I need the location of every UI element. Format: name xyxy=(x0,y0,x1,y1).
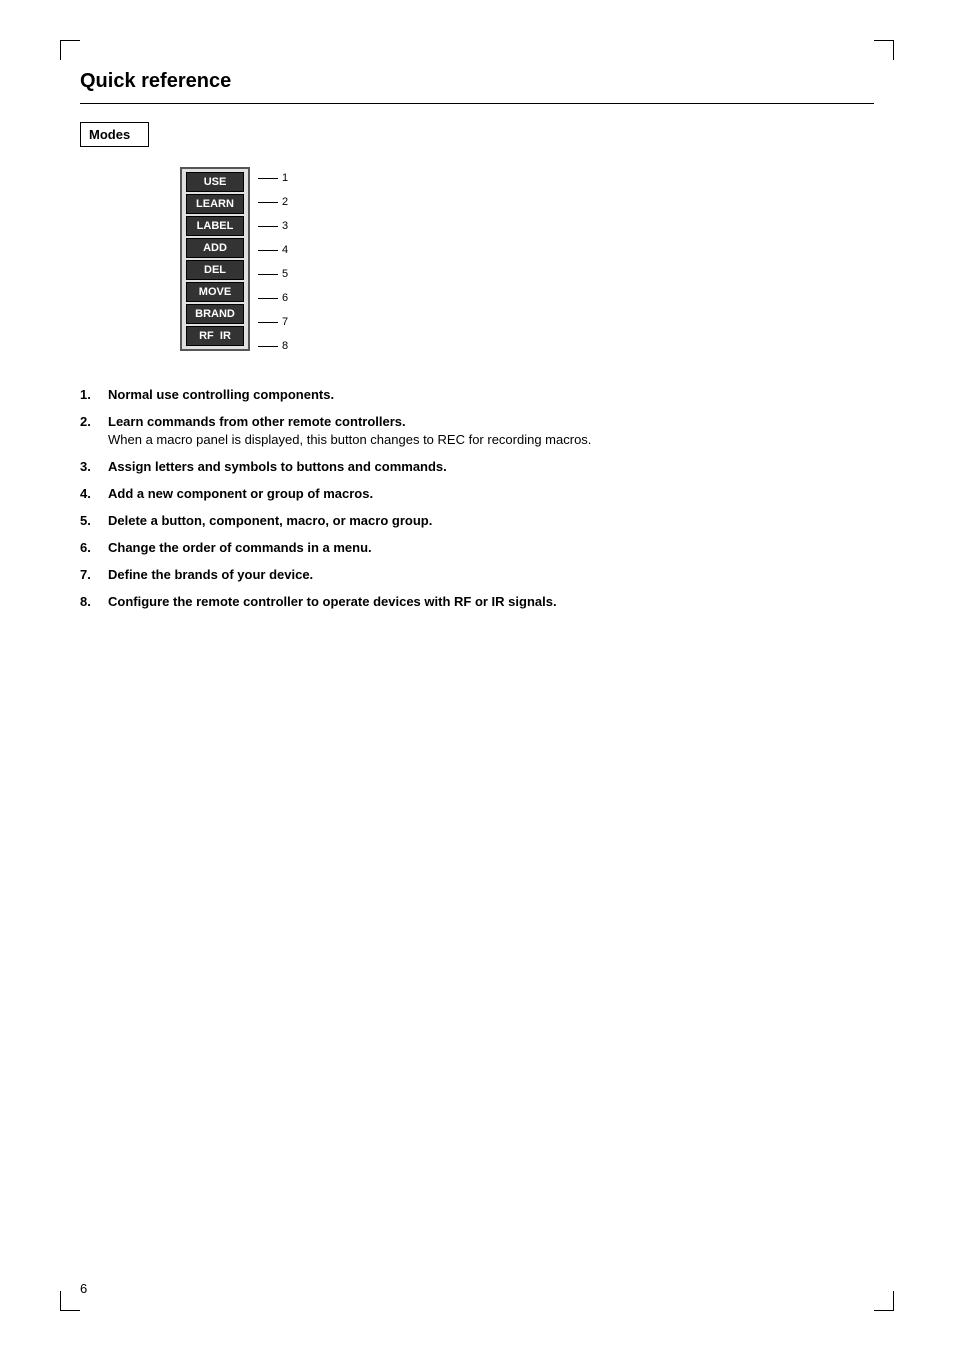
remote-label-num-5: 5 xyxy=(282,268,288,280)
list-content-3: Assign letters and symbols to buttons an… xyxy=(108,459,874,474)
page-title: Quick reference xyxy=(80,70,874,93)
list-num-4: 4. xyxy=(80,486,108,501)
list-main-5: Delete a button, component, macro, or ma… xyxy=(108,513,432,528)
remote-label-row-2: 2 xyxy=(258,191,288,213)
title-rule xyxy=(80,103,874,104)
remote-btn-use: USE xyxy=(186,172,244,192)
remote-btn-label: LABEL xyxy=(186,216,244,236)
list-main-2: Learn commands from other remote control… xyxy=(108,414,874,429)
remote-label-line-6 xyxy=(258,298,278,299)
list-content-8: Configure the remote controller to opera… xyxy=(108,594,874,609)
list-num-2: 2. xyxy=(80,414,108,429)
list-content-2: Learn commands from other remote control… xyxy=(108,414,874,447)
remote-label-row-5: 5 xyxy=(258,263,288,285)
list-content-4: Add a new component or group of macros. xyxy=(108,486,874,501)
remote-label-line-3 xyxy=(258,226,278,227)
remote-label-line-7 xyxy=(258,322,278,323)
remote-label-num-3: 3 xyxy=(282,220,288,232)
remote-label-num-6: 6 xyxy=(282,292,288,304)
list-section: 1. Normal use controlling components. 2.… xyxy=(80,387,874,609)
modes-box: Modes xyxy=(80,122,149,147)
remote-label-line-4 xyxy=(258,250,278,251)
remote-labels: 1 2 3 4 5 6 7 xyxy=(258,167,288,357)
remote-label-row-8: 8 xyxy=(258,335,288,357)
list-item-8: 8. Configure the remote controller to op… xyxy=(80,594,874,609)
corner-mark-tr xyxy=(874,40,894,60)
remote-label-num-7: 7 xyxy=(282,316,288,328)
list-num-7: 7. xyxy=(80,567,108,582)
remote-label-row-4: 4 xyxy=(258,239,288,261)
page: Quick reference Modes USE LEARN LABEL AD… xyxy=(0,0,954,1351)
remote-label-num-2: 2 xyxy=(282,196,288,208)
list-content-5: Delete a button, component, macro, or ma… xyxy=(108,513,874,528)
remote-btn-rfir: RF IR xyxy=(186,326,244,346)
list-item-2: 2. Learn commands from other remote cont… xyxy=(80,414,874,447)
list-sub-2: When a macro panel is displayed, this bu… xyxy=(108,432,874,447)
list-main-8: Configure the remote controller to opera… xyxy=(108,594,557,609)
list-content-7: Define the brands of your device. xyxy=(108,567,874,582)
remote-diagram: USE LEARN LABEL ADD DEL MOVE BRAND RF IR… xyxy=(180,167,874,357)
remote-btn-add: ADD xyxy=(186,238,244,258)
corner-mark-bl xyxy=(60,1291,80,1311)
remote-label-num-4: 4 xyxy=(282,244,288,256)
list-item-4: 4. Add a new component or group of macro… xyxy=(80,486,874,501)
list-main-4: Add a new component or group of macros. xyxy=(108,486,373,501)
list-item-5: 5. Delete a button, component, macro, or… xyxy=(80,513,874,528)
list-main-3: Assign letters and symbols to buttons an… xyxy=(108,459,447,474)
list-content-6: Change the order of commands in a menu. xyxy=(108,540,874,555)
list-num-1: 1. xyxy=(80,387,108,402)
remote-buttons-panel: USE LEARN LABEL ADD DEL MOVE BRAND RF IR xyxy=(180,167,250,351)
list-item-3: 3. Assign letters and symbols to buttons… xyxy=(80,459,874,474)
list-num-8: 8. xyxy=(80,594,108,609)
remote-btn-brand: BRAND xyxy=(186,304,244,324)
list-main-7: Define the brands of your device. xyxy=(108,567,313,582)
remote-label-row-6: 6 xyxy=(258,287,288,309)
list-item-1: 1. Normal use controlling components. xyxy=(80,387,874,402)
corner-mark-br xyxy=(874,1291,894,1311)
remote-label-row-3: 3 xyxy=(258,215,288,237)
list-content-1: Normal use controlling components. xyxy=(108,387,874,402)
remote-label-line-8 xyxy=(258,346,278,347)
list-num-6: 6. xyxy=(80,540,108,555)
remote-btn-del: DEL xyxy=(186,260,244,280)
page-number: 6 xyxy=(80,1281,87,1296)
list-item-6: 6. Change the order of commands in a men… xyxy=(80,540,874,555)
remote-label-row-1: 1 xyxy=(258,167,288,189)
remote-label-row-7: 7 xyxy=(258,311,288,333)
remote-label-line-2 xyxy=(258,202,278,203)
list-main-6: Change the order of commands in a menu. xyxy=(108,540,372,555)
remote-btn-learn: LEARN xyxy=(186,194,244,214)
list-num-5: 5. xyxy=(80,513,108,528)
remote-label-line-5 xyxy=(258,274,278,275)
remote-label-line-1 xyxy=(258,178,278,179)
list-main-1: Normal use controlling components. xyxy=(108,387,334,402)
list-item-7: 7. Define the brands of your device. xyxy=(80,567,874,582)
remote-btn-move: MOVE xyxy=(186,282,244,302)
list-num-3: 3. xyxy=(80,459,108,474)
remote-label-num-1: 1 xyxy=(282,172,288,184)
corner-mark-tl xyxy=(60,40,80,60)
remote-label-num-8: 8 xyxy=(282,340,288,352)
